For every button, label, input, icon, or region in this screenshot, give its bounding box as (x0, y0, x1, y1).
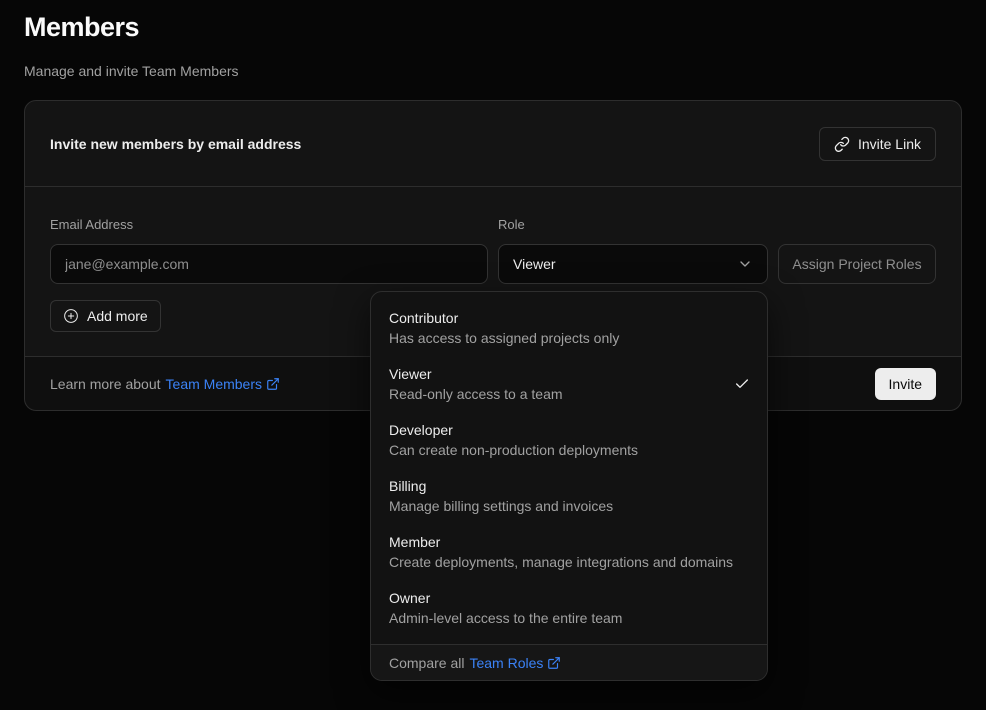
role-option-label: Viewer (389, 364, 749, 384)
role-field-group: Role Viewer (498, 217, 768, 284)
add-more-button[interactable]: Add more (50, 300, 161, 332)
role-option-viewer[interactable]: Viewer Read-only access to a team (371, 356, 767, 412)
compare-all-prefix: Compare all (389, 655, 464, 671)
role-option-description: Has access to assigned projects only (389, 328, 749, 348)
role-option-description: Create deployments, manage integrations … (389, 552, 749, 572)
role-option-owner[interactable]: Owner Admin-level access to the entire t… (371, 580, 767, 636)
role-option-label: Developer (389, 420, 749, 440)
card-heading: Invite new members by email address (50, 136, 301, 152)
link-icon (834, 136, 850, 152)
role-option-developer[interactable]: Developer Can create non-production depl… (371, 412, 767, 468)
role-label: Role (498, 217, 768, 232)
add-more-label: Add more (87, 308, 148, 324)
role-dropdown-menu: Contributor Has access to assigned proje… (370, 291, 768, 681)
email-field-group: Email Address (50, 217, 488, 284)
team-roles-link-label: Team Roles (469, 655, 543, 671)
invite-link-label: Invite Link (858, 136, 921, 152)
role-option-label: Member (389, 532, 749, 552)
role-option-contributor[interactable]: Contributor Has access to assigned proje… (371, 300, 767, 356)
role-option-description: Admin-level access to the entire team (389, 608, 749, 628)
team-members-link[interactable]: Team Members (166, 376, 280, 392)
email-input[interactable] (50, 244, 488, 284)
role-dropdown-footer: Compare all Team Roles (371, 644, 767, 680)
email-label: Email Address (50, 217, 488, 232)
role-option-label: Contributor (389, 308, 749, 328)
role-dropdown-list: Contributor Has access to assigned proje… (371, 292, 767, 644)
chevron-down-icon (737, 256, 753, 272)
external-link-icon (547, 656, 561, 670)
role-option-description: Can create non-production deployments (389, 440, 749, 460)
team-roles-link[interactable]: Team Roles (469, 655, 561, 671)
page-title: Members (24, 12, 139, 43)
page-subtitle: Manage and invite Team Members (24, 63, 239, 79)
role-option-description: Read-only access to a team (389, 384, 749, 404)
invite-button[interactable]: Invite (875, 368, 936, 400)
check-icon (734, 376, 750, 392)
learn-more-prefix: Learn more about (50, 376, 161, 392)
role-selected-value: Viewer (513, 256, 556, 272)
plus-circle-icon (63, 308, 79, 324)
card-header: Invite new members by email address Invi… (25, 101, 961, 187)
assign-project-roles-button[interactable]: Assign Project Roles (778, 244, 936, 284)
role-option-label: Owner (389, 588, 749, 608)
invite-link-button[interactable]: Invite Link (819, 127, 936, 161)
external-link-icon (266, 377, 280, 391)
role-select[interactable]: Viewer (498, 244, 768, 284)
role-option-description: Manage billing settings and invoices (389, 496, 749, 516)
team-members-link-label: Team Members (166, 376, 262, 392)
learn-more-text: Learn more about Team Members (50, 376, 280, 392)
role-option-label: Billing (389, 476, 749, 496)
role-option-member[interactable]: Member Create deployments, manage integr… (371, 524, 767, 580)
role-option-billing[interactable]: Billing Manage billing settings and invo… (371, 468, 767, 524)
